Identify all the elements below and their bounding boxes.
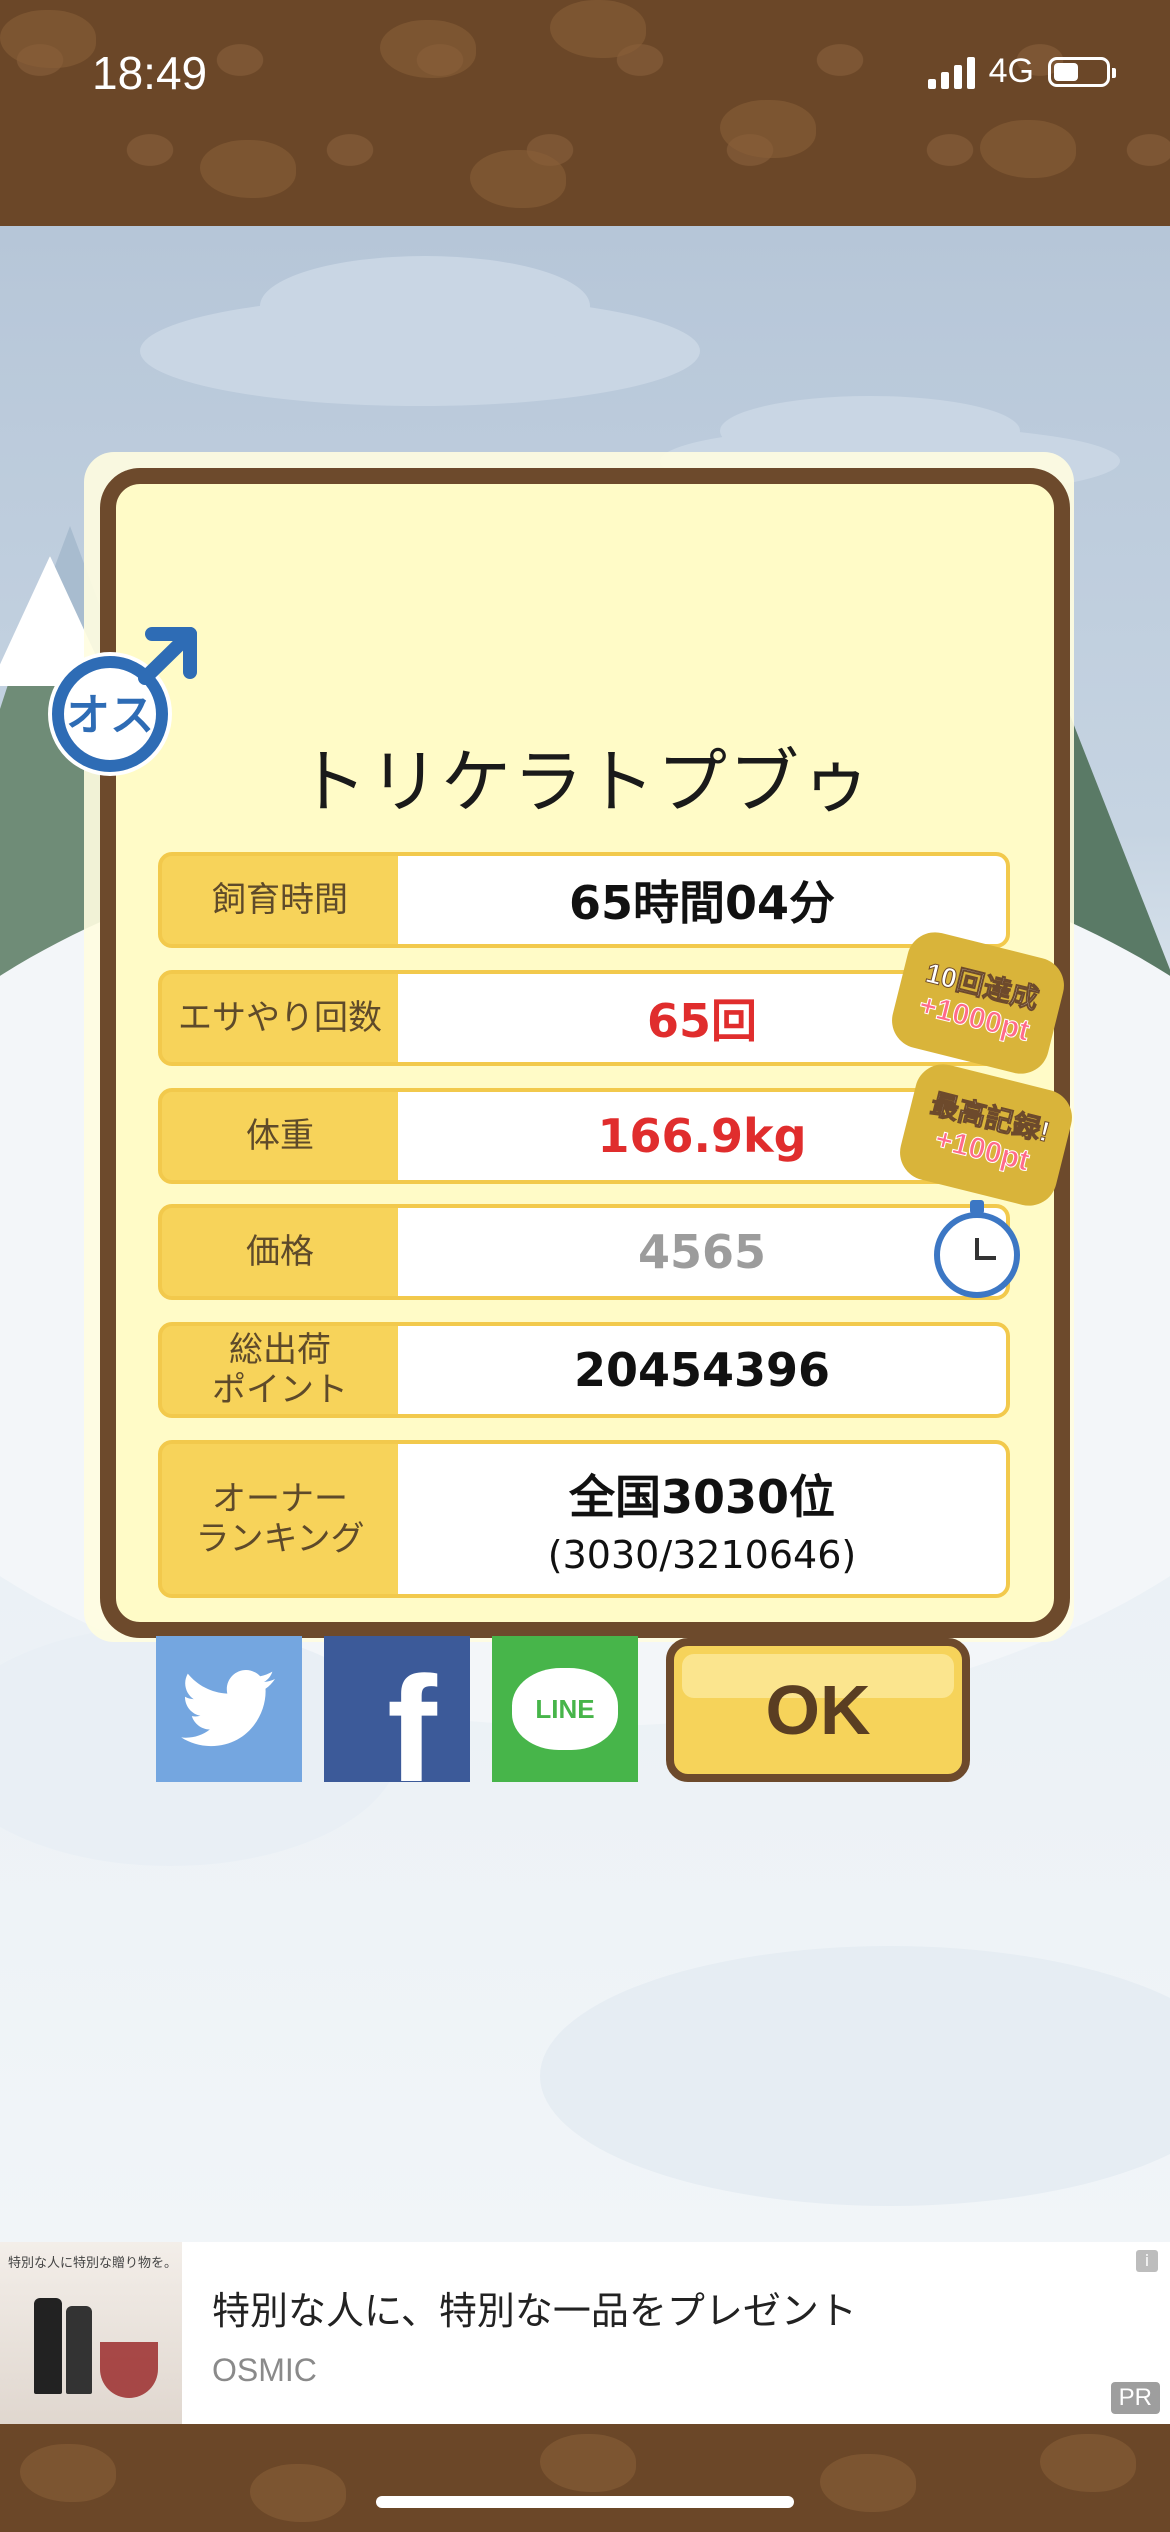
stat-row-price: 価格 4565 bbox=[158, 1204, 1010, 1300]
bottle-image bbox=[34, 2298, 62, 2394]
bean-pattern bbox=[980, 120, 1076, 178]
top-bar: 18:49 4G bbox=[0, 0, 1170, 226]
battery-icon bbox=[1048, 56, 1116, 87]
ad-banner[interactable]: 特別な人に特別な贈り物を。 特別な人に、特別な一品をプレゼント OSMIC i … bbox=[0, 2242, 1170, 2424]
wine-glass-image bbox=[100, 2342, 158, 2398]
snowfield bbox=[540, 1946, 1170, 2206]
facebook-share-button[interactable]: f bbox=[324, 1636, 470, 1813]
bean-pattern bbox=[250, 2464, 346, 2522]
stat-label: 飼育時間 bbox=[212, 880, 348, 920]
ad-title[interactable]: 特別な人に、特別な一品をプレゼント bbox=[212, 2280, 857, 2335]
ad-image[interactable]: 特別な人に特別な贈り物を。 bbox=[0, 2242, 182, 2424]
stat-value: 全国3030位 (3030/3210646) bbox=[398, 1444, 1006, 1594]
bean-pattern bbox=[550, 0, 646, 58]
ad-source: OSMIC bbox=[212, 2352, 317, 2388]
bottle-image bbox=[66, 2306, 92, 2394]
stat-value: 65時間04分 bbox=[398, 856, 1006, 944]
home-indicator[interactable] bbox=[376, 2496, 794, 2508]
stat-row-weight: 体重 166.9kg bbox=[158, 1088, 1010, 1184]
ok-label: OK bbox=[765, 1671, 871, 1749]
stat-row-feed-count: エサやり回数 65回 bbox=[158, 970, 1010, 1066]
stat-value: 4565 bbox=[398, 1208, 1006, 1296]
line-share-button[interactable]: LINE bbox=[492, 1636, 638, 1782]
bean-pattern bbox=[380, 20, 476, 78]
facebook-icon: f bbox=[387, 1644, 437, 1813]
ad-image-caption: 特別な人に特別な贈り物を。 bbox=[8, 2256, 178, 2271]
ad-info-icon[interactable]: i bbox=[1136, 2250, 1158, 2272]
status-time: 18:49 bbox=[92, 47, 208, 99]
network-type: 4G bbox=[988, 52, 1034, 90]
bean-pattern bbox=[820, 2454, 916, 2512]
bean-pattern bbox=[720, 100, 816, 158]
ok-button[interactable]: OK bbox=[666, 1638, 970, 1782]
bean-pattern bbox=[20, 2444, 116, 2502]
bean-pattern bbox=[0, 10, 96, 68]
bean-pattern bbox=[200, 140, 296, 198]
cloud bbox=[260, 256, 590, 356]
stat-label: 価格 bbox=[246, 1232, 314, 1272]
signal-icon bbox=[927, 55, 975, 89]
ad-pr-badge: PR bbox=[1110, 2382, 1160, 2414]
twitter-share-button[interactable] bbox=[156, 1636, 302, 1782]
bean-pattern bbox=[470, 150, 566, 208]
bean-pattern bbox=[540, 2434, 636, 2492]
stopwatch-icon bbox=[934, 1200, 1020, 1298]
stat-row-owner-ranking: オーナー ランキング 全国3030位 (3030/3210646) bbox=[158, 1440, 1010, 1598]
stat-label: オーナー ランキング bbox=[195, 1479, 365, 1559]
pig-name: トリケラトプブゥ bbox=[297, 741, 873, 823]
twitter-bird-icon bbox=[181, 1670, 275, 1747]
stat-value: 20454396 bbox=[398, 1326, 1006, 1414]
line-icon: LINE bbox=[512, 1668, 618, 1750]
stat-label: エサやり回数 bbox=[178, 998, 382, 1038]
ranking-value: 全国3030位 bbox=[568, 1470, 836, 1524]
status-indicators: 4G bbox=[927, 52, 1116, 91]
bean-pattern bbox=[1040, 2434, 1136, 2492]
stat-label: 総出荷 ポイント bbox=[212, 1330, 348, 1410]
stat-row-breeding-time: 飼育時間 65時間04分 bbox=[158, 852, 1010, 948]
bottom-bar bbox=[0, 2424, 1170, 2532]
stat-row-shipping-points: 総出荷 ポイント 20454396 bbox=[158, 1322, 1010, 1418]
ranking-detail: (3030/3210646) bbox=[547, 1533, 857, 1577]
stat-label: 体重 bbox=[246, 1116, 314, 1156]
